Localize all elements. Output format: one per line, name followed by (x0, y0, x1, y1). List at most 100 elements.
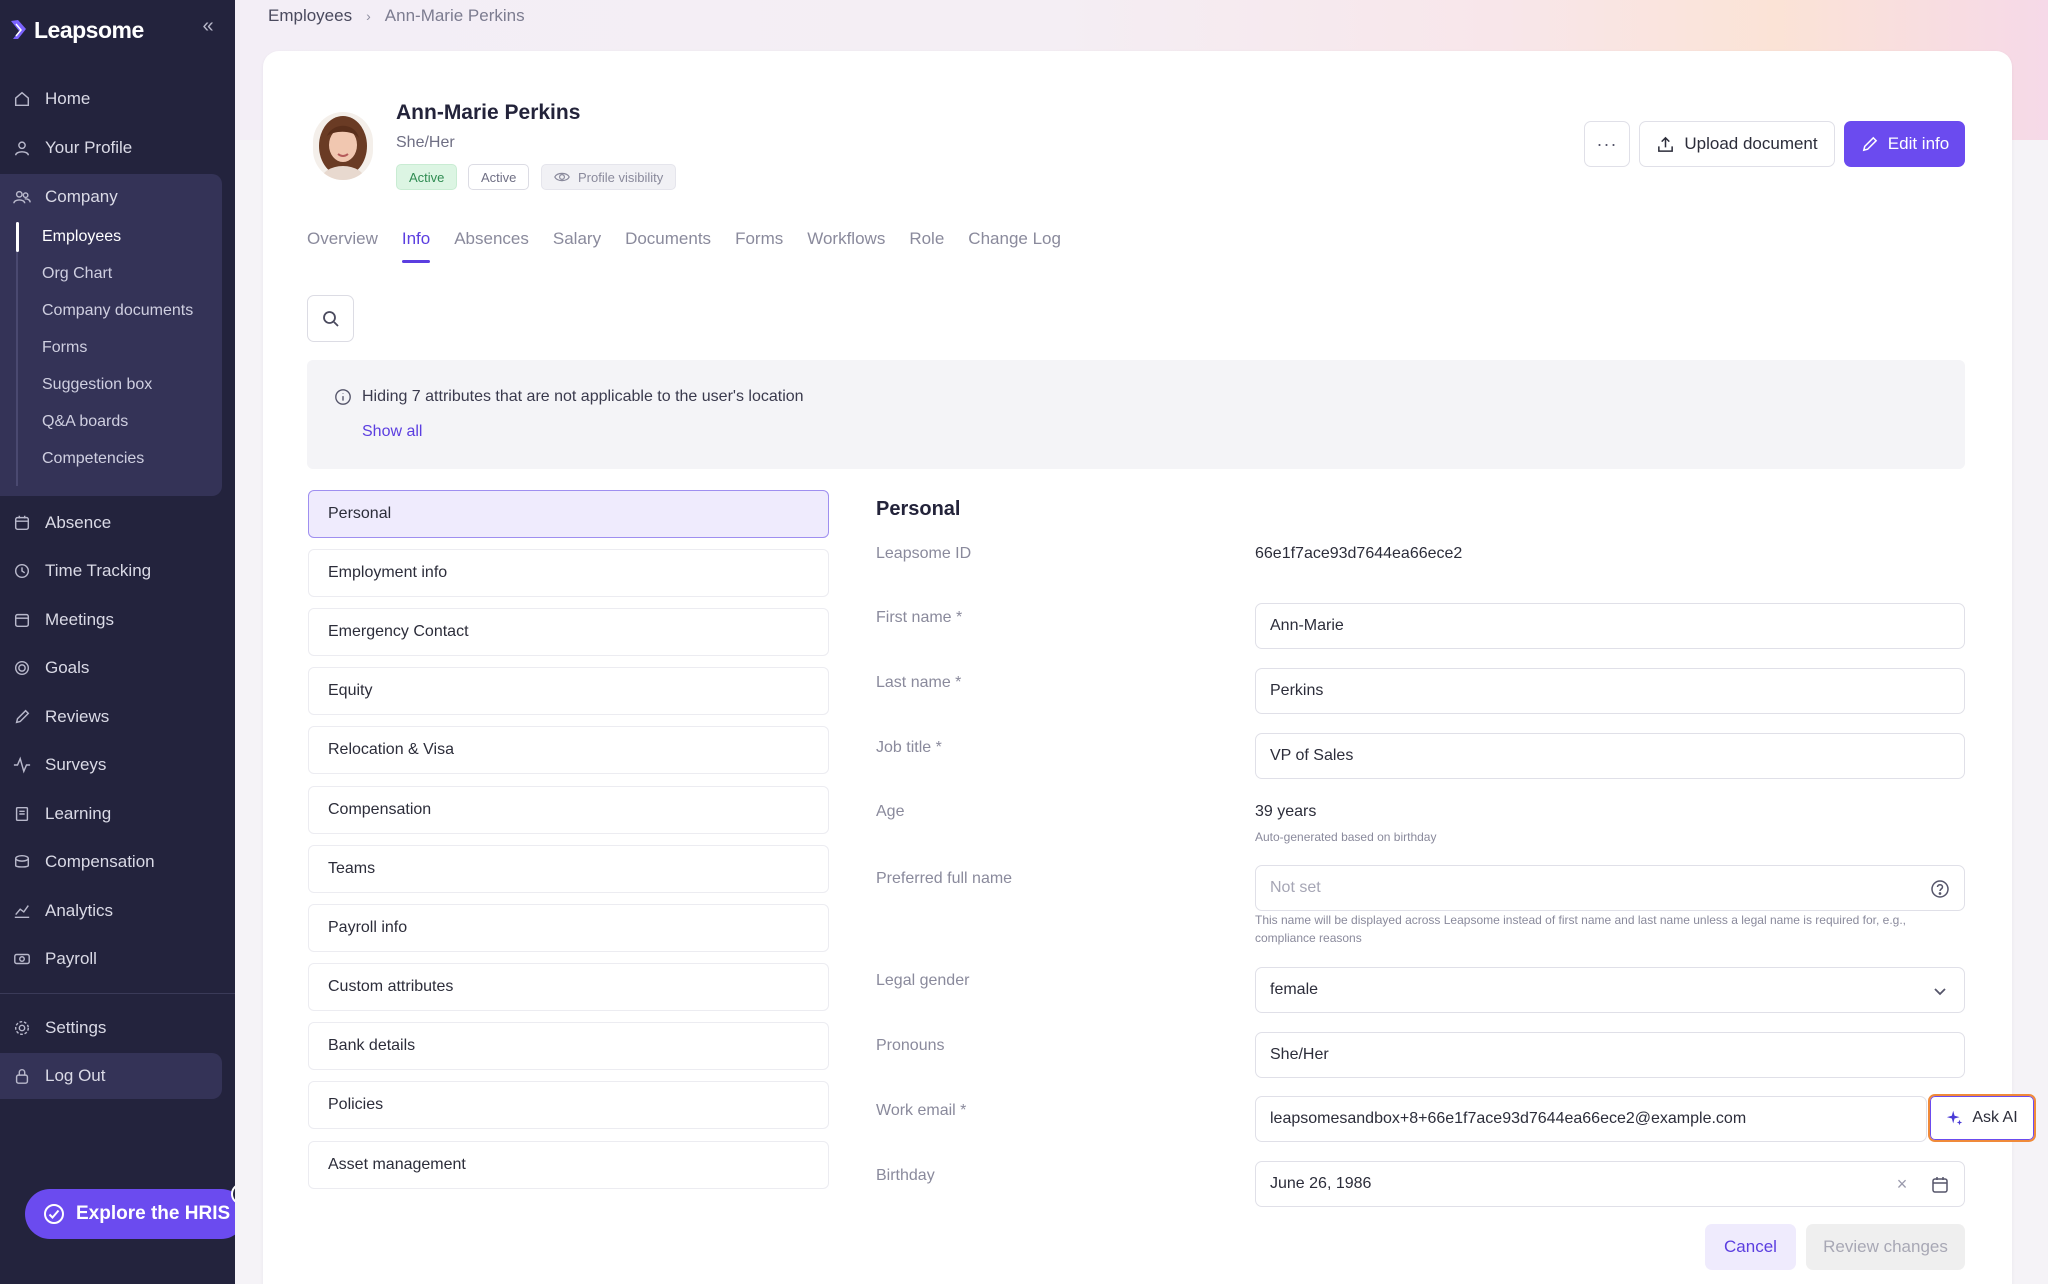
company-group: Employees Org Chart Company documents Fo… (0, 174, 222, 496)
leapsome-id-value: 66e1f7ace93d7644ea66ece2 (1255, 545, 1463, 562)
nav-log-out[interactable]: Log Out (0, 1054, 222, 1098)
nav-meetings[interactable]: Meetings (0, 598, 222, 642)
category-employment-info[interactable]: Employment info (308, 549, 829, 597)
clear-icon[interactable]: × (1892, 1174, 1912, 1194)
status-badge-outline: Active (468, 164, 530, 190)
sub-item-company-documents[interactable]: Company documents (42, 298, 193, 324)
sub-item-suggestion-box[interactable]: Suggestion box (42, 372, 152, 398)
nav-label: Absence (45, 513, 112, 532)
nav-label: Payroll (45, 949, 97, 968)
cancel-button[interactable]: Cancel (1705, 1224, 1796, 1270)
hidden-attributes-notice: Hiding 7 attributes that are not applica… (307, 360, 1965, 469)
edit-info-button[interactable]: Edit info (1844, 121, 1965, 167)
search-button[interactable] (307, 295, 354, 342)
tab-salary[interactable]: Salary (553, 229, 601, 265)
nav-your-profile[interactable]: Your Profile (0, 126, 222, 170)
job-title-field[interactable]: VP of Sales (1255, 733, 1965, 779)
tab-workflows[interactable]: Workflows (807, 229, 885, 265)
sub-item-org-chart[interactable]: Org Chart (42, 261, 112, 287)
category-compensation[interactable]: Compensation (308, 786, 829, 834)
profile-visibility-badge[interactable]: Profile visibility (541, 164, 677, 190)
category-personal[interactable]: Personal (308, 490, 829, 538)
age-value: 39 years (1255, 803, 1317, 820)
breadcrumb-employees[interactable]: Employees (268, 6, 352, 26)
upload-document-button[interactable]: Upload document (1639, 121, 1835, 167)
category-relocation-visa[interactable]: Relocation & Visa (308, 726, 829, 774)
category-emergency-contact[interactable]: Emergency Contact (308, 608, 829, 656)
nav-home[interactable]: Home (0, 77, 222, 121)
sub-item-qa-boards[interactable]: Q&A boards (42, 409, 128, 435)
tab-forms[interactable]: Forms (735, 229, 783, 265)
chevron-down-icon (1934, 988, 1946, 996)
pen-icon (12, 707, 32, 727)
preferred-name-field[interactable]: Not set (1255, 865, 1965, 911)
category-policies[interactable]: Policies (308, 1081, 829, 1129)
tab-role[interactable]: Role (909, 229, 944, 265)
category-custom-attributes[interactable]: Custom attributes (308, 963, 829, 1011)
more-options-button[interactable]: ··· (1584, 121, 1630, 167)
collapse-sidebar-icon[interactable]: « (196, 14, 220, 38)
pronouns-label: Pronouns (876, 1037, 945, 1054)
nav-company[interactable]: Company (0, 175, 222, 219)
show-all-link[interactable]: Show all (362, 423, 422, 441)
pronouns-field[interactable]: She/Her (1255, 1032, 1965, 1078)
app-name: Leapsome (34, 16, 144, 43)
category-bank-details[interactable]: Bank details (308, 1022, 829, 1070)
age-help-text: Auto-generated based on birthday (1255, 830, 1437, 844)
nav-goals[interactable]: Goals (0, 646, 222, 690)
sidebar-divider (0, 993, 235, 994)
nav-analytics[interactable]: Analytics (0, 889, 222, 933)
tab-documents[interactable]: Documents (625, 229, 711, 265)
clock-icon (12, 561, 32, 581)
status-badge: Active (396, 164, 458, 190)
submenu-rail (16, 222, 18, 486)
section-title: Personal (876, 498, 961, 520)
legal-gender-select[interactable]: female (1255, 967, 1965, 1013)
nav-surveys[interactable]: Surveys (0, 743, 222, 787)
category-payroll-info[interactable]: Payroll info (308, 904, 829, 952)
birthday-field[interactable]: June 26, 1986 × (1255, 1161, 1965, 1207)
app-logo[interactable]: Leapsome (10, 14, 144, 46)
last-name-label: Last name * (876, 674, 962, 691)
nav-label: Time Tracking (45, 561, 152, 580)
nav-payroll[interactable]: Payroll (0, 937, 222, 981)
edit-info-label: Edit info (1887, 134, 1950, 153)
explore-hris-label: Explore the HRIS (76, 1203, 231, 1224)
nav-compensation[interactable]: Compensation (0, 840, 222, 884)
sub-item-employees[interactable]: Employees (42, 224, 121, 250)
explore-hris-button[interactable]: Explore the HRIS (25, 1189, 246, 1239)
nav-label: Meetings (45, 610, 114, 629)
review-changes-button[interactable]: Review changes (1806, 1224, 1965, 1270)
nav-learning[interactable]: Learning (0, 792, 222, 836)
eye-icon (554, 172, 570, 182)
sub-item-forms[interactable]: Forms (42, 335, 87, 361)
nav-settings[interactable]: Settings (0, 1006, 222, 1050)
tab-change-log[interactable]: Change Log (968, 229, 1061, 265)
birthday-label: Birthday (876, 1167, 935, 1184)
category-equity[interactable]: Equity (308, 667, 829, 715)
calendar-icon[interactable] (1930, 1175, 1950, 1195)
nav-label: Learning (45, 804, 112, 823)
category-asset-management[interactable]: Asset management (308, 1141, 829, 1189)
breadcrumb-current: Ann-Marie Perkins (384, 6, 525, 25)
sub-item-competencies[interactable]: Competencies (42, 446, 144, 472)
nav-time-tracking[interactable]: Time Tracking (0, 549, 222, 593)
submenu-active-indicator (16, 222, 19, 252)
first-name-field[interactable]: Ann-Marie (1255, 603, 1965, 649)
work-email-field[interactable]: leapsomesandbox+8+66e1f7ace93d7644ea66ec… (1255, 1096, 1927, 1142)
legal-gender-label: Legal gender (876, 972, 970, 989)
sidebar: Leapsome « Home Your Profile Employees O… (0, 0, 253, 1284)
tab-overview[interactable]: Overview (307, 229, 378, 265)
tab-info[interactable]: Info (401, 229, 431, 265)
tab-absences[interactable]: Absences (454, 229, 529, 265)
help-circle-icon[interactable] (1930, 879, 1950, 899)
breadcrumb: Employees › Ann-Marie Perkins (268, 5, 525, 27)
nav-absence[interactable]: Absence (0, 501, 222, 545)
nav-reviews[interactable]: Reviews (0, 695, 222, 739)
sparkle-icon (1947, 1110, 1963, 1126)
ask-ai-button[interactable]: Ask AI (1928, 1094, 2036, 1142)
category-teams[interactable]: Teams (308, 845, 829, 893)
last-name-field[interactable]: Perkins (1255, 668, 1965, 714)
home-icon (12, 89, 32, 109)
avatar (313, 112, 373, 180)
